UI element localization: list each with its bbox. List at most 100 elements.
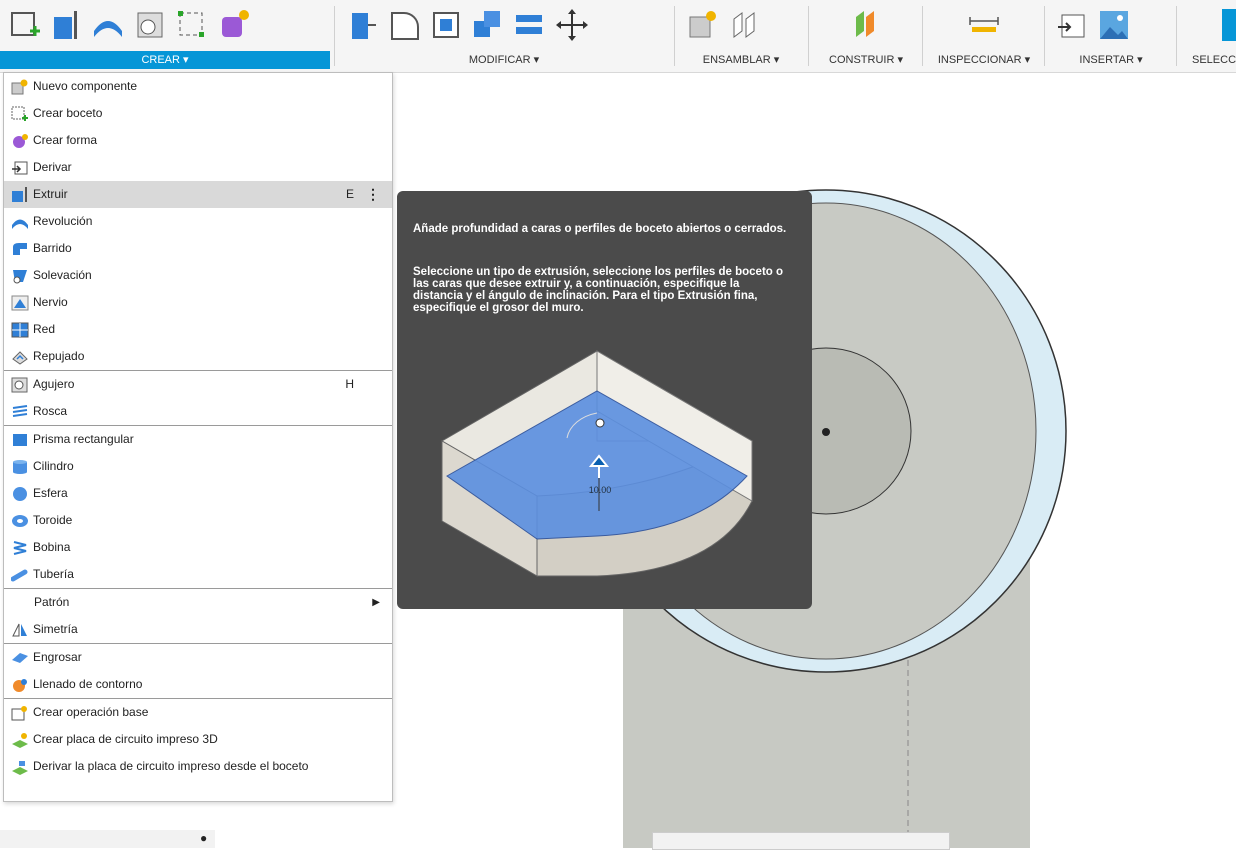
toolbar-group-assemble[interactable]: ENSAMBLAR ▾ (678, 0, 804, 72)
menu-item-sphere[interactable]: Esfera (4, 480, 392, 507)
fillet-icon[interactable] (386, 7, 422, 43)
more-options-icon[interactable]: ⋮ (366, 181, 380, 208)
dimension-label: 10.00 (589, 485, 612, 495)
dot-icon: ● (200, 831, 208, 845)
insert-derive-icon[interactable] (1054, 7, 1090, 43)
menu-item-torus[interactable]: Toroide (4, 507, 392, 534)
toolbar-group-label[interactable]: CREAR ▾ (0, 51, 330, 69)
menu-item-web[interactable]: Red (4, 316, 392, 343)
modify-icons (338, 2, 670, 48)
menu-item-label: Engrosar (33, 650, 82, 664)
create-form-icon[interactable] (216, 7, 252, 43)
offset-plane-icon[interactable] (848, 7, 884, 43)
extrude-tooltip: Añade profundidad a caras o perfiles de … (397, 191, 812, 609)
coil-icon (10, 539, 30, 557)
new-component-icon[interactable] (684, 7, 720, 43)
menu-item-hole[interactable]: Agujero H (4, 371, 392, 398)
submenu-arrow-icon: ▶ (372, 597, 380, 608)
toolbar-group-label[interactable]: MODIFICAR ▾ (338, 51, 670, 69)
toolbar-group-inspect[interactable]: INSPECCIONAR ▾ (926, 0, 1042, 72)
menu-item-box[interactable]: Prisma rectangular (4, 426, 392, 453)
menu-item-thread[interactable]: Rosca (4, 398, 392, 425)
menu-item-mirror[interactable]: Simetría (4, 616, 392, 643)
menu-item-sweep[interactable]: Barrido (4, 235, 392, 262)
move-icon[interactable] (554, 7, 590, 43)
new-component-icon (10, 78, 30, 96)
pcb-from-sketch-icon (10, 758, 30, 776)
menu-item-label: Crear operación base (33, 705, 149, 719)
toolbar-group-label[interactable]: CONSTRUIR ▾ (812, 51, 920, 69)
toolbar-group-label[interactable]: INSERTAR ▾ (1048, 51, 1174, 69)
menu-item-revolve[interactable]: Revolución (4, 208, 392, 235)
menu-item-new-component[interactable]: Nuevo componente (4, 73, 392, 100)
navigation-bar[interactable] (652, 832, 950, 850)
measure-icon[interactable] (966, 7, 1002, 43)
revolve-icon[interactable] (90, 7, 126, 43)
menu-item-pcb-from-sketch[interactable]: Derivar la placa de circuito impreso des… (4, 753, 392, 780)
hole-icon[interactable] (132, 7, 168, 43)
joint-icon[interactable] (726, 7, 762, 43)
shortcut-key: H (345, 377, 354, 391)
create-sketch-icon[interactable] (6, 7, 42, 43)
toolbar-group-label[interactable]: ENSAMBLAR ▾ (678, 51, 804, 69)
menu-item-label: Crear forma (33, 133, 98, 147)
toolbar-separator (1044, 6, 1045, 66)
torus-icon (10, 512, 30, 530)
menu-item-label: Barrido (33, 241, 72, 255)
toolbar-group-label[interactable]: SELECC (1180, 51, 1236, 69)
shortcut-key: E (345, 187, 354, 201)
menu-item-create-form[interactable]: Crear forma (4, 127, 392, 154)
menu-item-label: Derivar (33, 160, 72, 174)
extrude-icon[interactable] (48, 7, 84, 43)
pipe-icon (10, 566, 30, 584)
press-pull-icon[interactable] (344, 7, 380, 43)
toolbar-group-construct[interactable]: CONSTRUIR ▾ (812, 0, 920, 72)
offset-face-icon[interactable] (512, 7, 548, 43)
thread-icon (10, 403, 30, 421)
toolbar-group-create[interactable]: CREAR ▾ (0, 0, 330, 72)
menu-item-label: Extruir (33, 187, 68, 201)
box-icon (10, 431, 30, 449)
menu-item-label: Tubería (33, 567, 74, 581)
box-sketch-icon[interactable] (174, 7, 210, 43)
toolbar-group-modify[interactable]: MODIFICAR ▾ (338, 0, 670, 72)
insert-icons (1048, 2, 1174, 48)
mirror-icon (10, 621, 30, 639)
select-icon[interactable] (1216, 7, 1236, 43)
browser-panel-header[interactable]: ● (0, 830, 215, 848)
menu-item-label: Nuevo componente (33, 79, 138, 93)
menu-item-rib[interactable]: Nervio (4, 289, 392, 316)
menu-item-loft[interactable]: Solevación (4, 262, 392, 289)
create-icons (0, 2, 330, 48)
sweep-icon (10, 240, 30, 258)
menu-item-base-feature[interactable]: Crear operación base (4, 699, 392, 726)
menu-item-pipe[interactable]: Tubería (4, 561, 392, 588)
shell-icon[interactable] (428, 7, 464, 43)
menu-item-create-sketch[interactable]: Crear boceto (4, 100, 392, 127)
combine-icon[interactable] (470, 7, 506, 43)
toolbar-group-select[interactable]: SELECC (1180, 0, 1236, 72)
menu-item-boundary-fill[interactable]: Llenado de contorno (4, 671, 392, 698)
inspect-icons (926, 2, 1042, 48)
menu-item-pcb-3d[interactable]: Crear placa de circuito impreso 3D (4, 726, 392, 753)
menu-item-pattern[interactable]: Patrón ▶ (4, 589, 392, 616)
toolbar-group-insert[interactable]: INSERTAR ▾ (1048, 0, 1174, 72)
pcb-3d-icon (10, 731, 30, 749)
canvas-image-icon[interactable] (1096, 7, 1132, 43)
menu-item-label: Esfera (33, 486, 68, 500)
create-sketch-icon (10, 105, 30, 123)
center-point[interactable] (822, 428, 830, 436)
menu-item-label: Nervio (33, 295, 68, 309)
menu-item-extrude[interactable]: Extruir E ⋮ (4, 181, 392, 208)
menu-item-derive[interactable]: Derivar (4, 154, 392, 181)
create-dropdown-menu: Nuevo componente Crear boceto Crear form… (3, 72, 393, 802)
menu-item-label: Revolución (33, 214, 93, 228)
menu-item-emboss[interactable]: Repujado (4, 343, 392, 370)
menu-item-thicken[interactable]: Engrosar (4, 644, 392, 671)
emboss-icon (10, 348, 30, 366)
boundary-fill-icon (10, 676, 30, 694)
toolbar-group-label[interactable]: INSPECCIONAR ▾ (926, 51, 1042, 69)
menu-item-coil[interactable]: Bobina (4, 534, 392, 561)
tooltip-illustration: 10.00 (441, 350, 753, 577)
menu-item-cylinder[interactable]: Cilindro (4, 453, 392, 480)
